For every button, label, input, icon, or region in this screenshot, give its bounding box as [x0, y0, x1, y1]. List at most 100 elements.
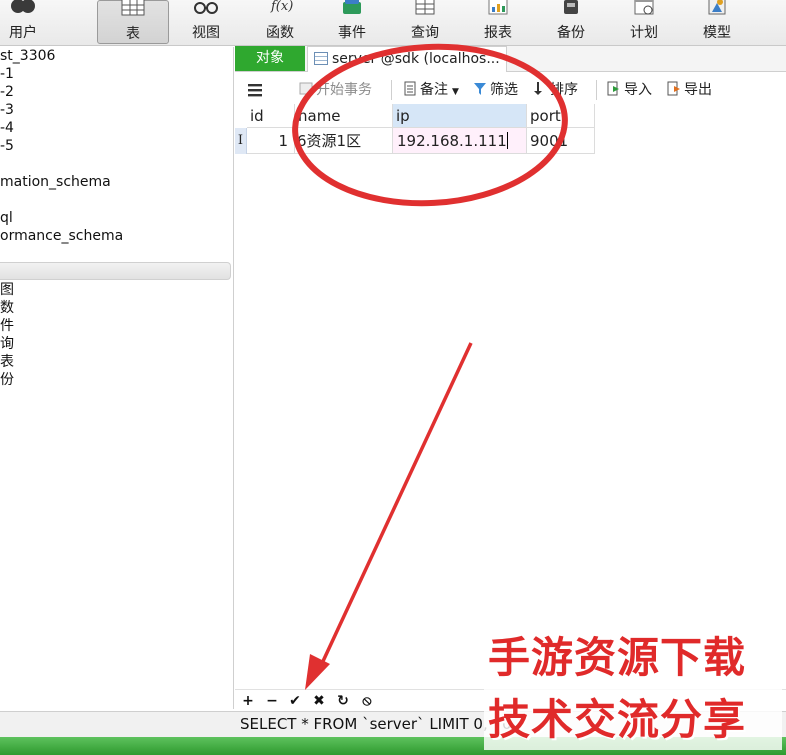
filter-label: 筛选: [490, 82, 518, 98]
tree-item-object-type[interactable]: 份: [0, 371, 14, 389]
refresh-icon[interactable]: ↻: [334, 691, 352, 711]
delete-record-icon[interactable]: −: [263, 691, 281, 711]
tree-item-object-type[interactable]: 件: [0, 317, 14, 335]
tree-item-db[interactable]: -5: [0, 137, 14, 155]
tree-item-object-type[interactable]: 图: [0, 281, 14, 299]
toolbar-view-button[interactable]: 视图: [176, 0, 236, 44]
model-icon: [708, 0, 726, 15]
column-header-id[interactable]: id: [247, 104, 295, 128]
toolbar-divider: [596, 80, 597, 100]
filter-button[interactable]: 筛选: [473, 80, 518, 100]
toolbar-report-button[interactable]: 报表: [468, 0, 528, 44]
tree-item-db[interactable]: -1: [0, 65, 14, 83]
toolbar-table-label: 表: [126, 26, 140, 42]
function-fx-icon: f(x): [270, 0, 293, 14]
toolbar-backup-label: 备份: [557, 25, 585, 41]
cell-ip-editing[interactable]: 192.168.1.111: [393, 128, 527, 154]
column-header-ip[interactable]: ip: [393, 104, 527, 128]
watermark-line-2: 技术交流分享: [488, 695, 747, 744]
toolbar-users-label: 用户: [9, 25, 37, 41]
toolbar-backup-button[interactable]: 备份: [541, 0, 601, 44]
toolbar-function-label: 函数: [266, 25, 294, 41]
toolbar-divider: [391, 80, 392, 100]
main-toolbar: 用户 表 视图 f(x) 函数 事件 查询 报表 备份 计划 模型: [0, 0, 786, 46]
cell-id[interactable]: 1: [247, 128, 295, 154]
cell-name[interactable]: 6资源1区: [295, 128, 393, 154]
tab-table-label: server @sdk (localhos...: [332, 51, 500, 67]
add-record-icon[interactable]: +: [239, 691, 257, 711]
table-icon: [121, 0, 145, 16]
memo-button[interactable]: 备注 ▼: [403, 80, 459, 100]
connection-sidebar: st_3306 -1 -2 -3 -4 -5 mation_schema ql …: [0, 47, 234, 709]
site-watermark: 手游资源下载 技术交流分享: [484, 616, 782, 750]
tree-item-db[interactable]: ql: [0, 209, 13, 227]
tree-item-object-type[interactable]: 数: [0, 299, 14, 317]
toolbar-model-label: 模型: [703, 25, 731, 41]
export-icon: [667, 81, 680, 96]
import-icon: [607, 81, 619, 96]
toolbar-model-button[interactable]: 模型: [687, 0, 747, 44]
query-icon: [415, 0, 435, 15]
memo-document-icon: [404, 81, 416, 96]
tree-item-db[interactable]: mation_schema: [0, 173, 111, 191]
toolbar-table-button[interactable]: 表: [97, 0, 169, 44]
toolbar-query-button[interactable]: 查询: [395, 0, 455, 44]
annotation-arrow-head: [305, 654, 330, 690]
tree-item-db[interactable]: -4: [0, 119, 14, 137]
navicat-window: 用户 表 视图 f(x) 函数 事件 查询 报表 备份 计划 模型 st_330…: [0, 0, 786, 755]
table-icon: [314, 52, 328, 65]
tree-item-object-type[interactable]: 表: [0, 353, 14, 371]
toolbar-event-button[interactable]: 事件: [322, 0, 382, 44]
hamburger-menu-icon[interactable]: [247, 82, 263, 98]
toolbar-users-button[interactable]: 用户: [0, 0, 46, 44]
schedule-icon: [634, 0, 654, 15]
grid-toolbar: 开始事务 备注 ▼ 筛选 排序 导入 导出: [235, 74, 786, 104]
sort-label: 排序: [550, 82, 578, 98]
tree-item-db[interactable]: -2: [0, 83, 14, 101]
discard-changes-icon[interactable]: ✖: [310, 691, 328, 711]
sort-arrows-icon: [534, 82, 542, 95]
cell-ip-value: 192.168.1.111: [397, 132, 507, 150]
sidebar-section-header[interactable]: [0, 262, 231, 280]
export-label: 导出: [684, 82, 712, 98]
stop-icon[interactable]: ⦸: [358, 691, 376, 711]
backup-icon: [564, 0, 578, 14]
chevron-down-icon: ▼: [452, 87, 459, 97]
report-icon: [488, 0, 508, 15]
tree-item-db[interactable]: -3: [0, 101, 14, 119]
text-cursor: [506, 132, 508, 149]
row-edit-marker[interactable]: I: [235, 128, 247, 154]
apply-changes-icon[interactable]: ✔: [286, 691, 304, 711]
tree-item-object-type[interactable]: 询: [0, 335, 14, 353]
filter-funnel-icon: [474, 83, 486, 95]
annotation-arrow-shaft: [316, 342, 473, 673]
toolbar-query-label: 查询: [411, 25, 439, 41]
tab-bar: 对象 server @sdk (localhos...: [235, 46, 786, 72]
tab-table-server[interactable]: server @sdk (localhos...: [307, 46, 507, 72]
users-icon: [11, 0, 35, 13]
event-icon: [343, 0, 361, 14]
view-glasses-icon: [194, 2, 218, 14]
export-button[interactable]: 导出: [667, 80, 712, 100]
toolbar-schedule-button[interactable]: 计划: [614, 0, 674, 44]
transaction-icon: [299, 82, 313, 95]
column-header-port[interactable]: port: [527, 104, 595, 128]
cell-port[interactable]: 9001: [527, 128, 595, 154]
sql-status-text: SELECT * FROM `server` LIMIT 0, 10: [240, 715, 512, 733]
tree-item-connection[interactable]: st_3306: [0, 47, 55, 65]
toolbar-view-label: 视图: [192, 25, 220, 41]
tab-objects[interactable]: 对象: [235, 46, 305, 71]
svg-text:f(x): f(x): [270, 0, 293, 14]
begin-transaction-label: 开始事务: [316, 82, 372, 98]
toolbar-function-button[interactable]: f(x) 函数: [250, 0, 310, 44]
tree-item-db[interactable]: ormance_schema: [0, 227, 123, 245]
toolbar-schedule-label: 计划: [630, 25, 658, 41]
watermark-line-1: 手游资源下载: [488, 633, 747, 682]
column-header-name[interactable]: name: [295, 104, 393, 128]
begin-transaction-button[interactable]: 开始事务: [299, 80, 372, 100]
sort-button[interactable]: 排序: [533, 80, 578, 100]
import-label: 导入: [624, 82, 652, 98]
toolbar-event-label: 事件: [338, 25, 366, 41]
toolbar-report-label: 报表: [484, 25, 512, 41]
import-button[interactable]: 导入: [607, 80, 652, 100]
